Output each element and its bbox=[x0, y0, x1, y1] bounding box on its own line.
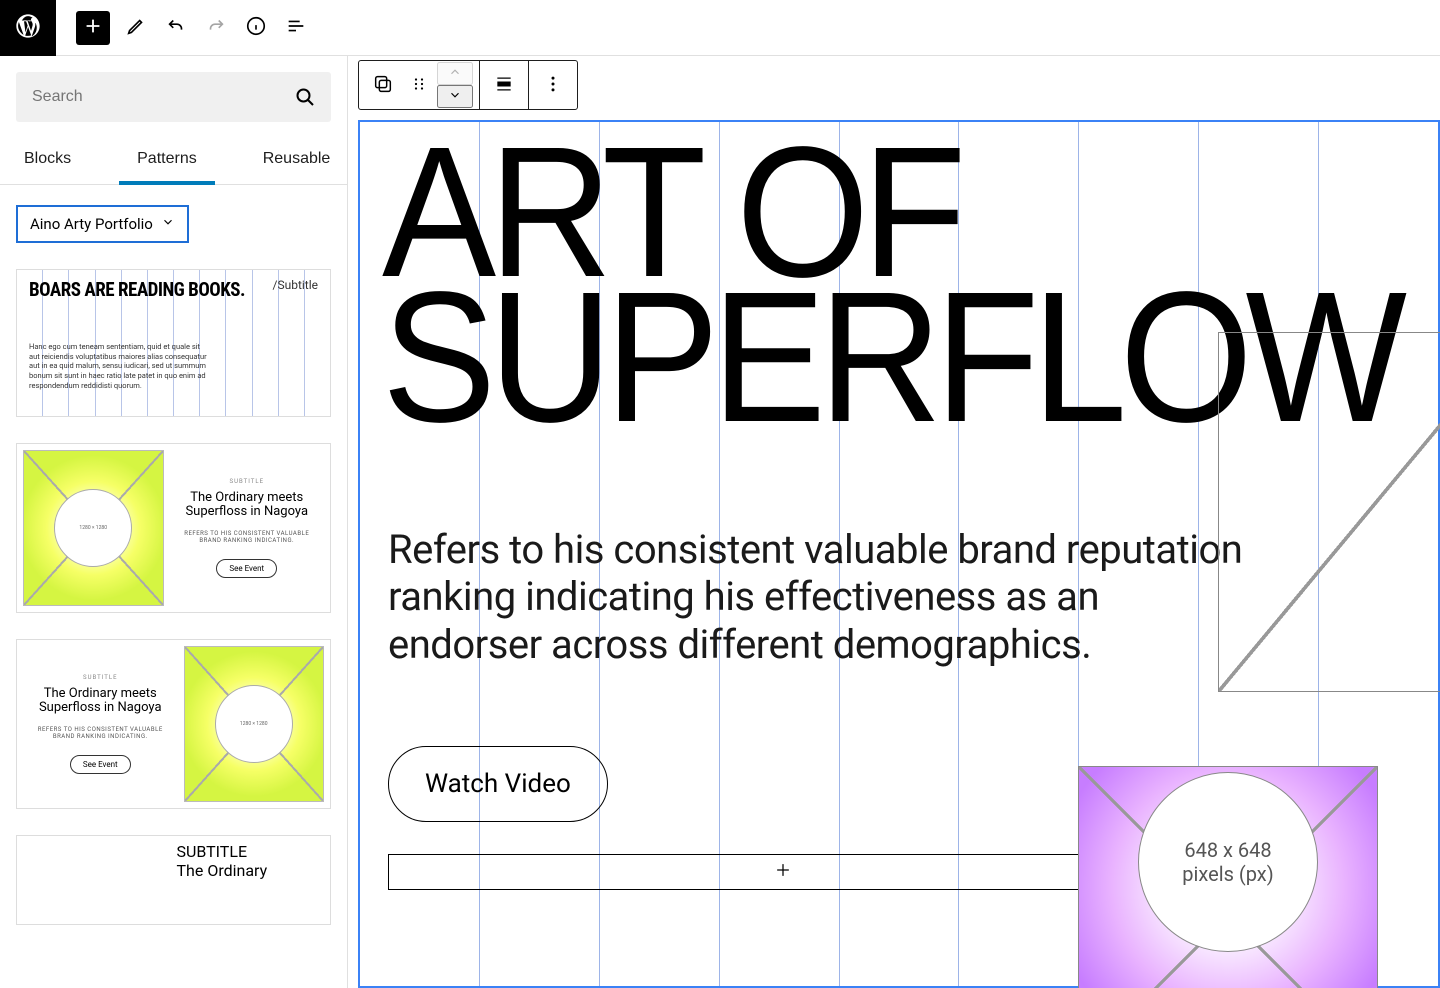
chevron-up-icon bbox=[448, 65, 462, 82]
info-button[interactable] bbox=[236, 8, 276, 48]
group-icon bbox=[372, 73, 394, 98]
watch-video-button[interactable]: Watch Video bbox=[388, 746, 608, 822]
tab-reusable[interactable]: Reusable bbox=[255, 138, 339, 184]
wordpress-logo-button[interactable] bbox=[0, 0, 56, 56]
search-icon bbox=[293, 85, 317, 109]
pattern-preview-3[interactable]: SUBTITLE The Ordinary meets Superfloss i… bbox=[16, 639, 331, 809]
editor-canvas-wrap: ART OF SUPERFLOW Refers to his consisten… bbox=[348, 56, 1440, 988]
block-toolbar bbox=[358, 60, 578, 110]
redo-icon bbox=[205, 15, 227, 40]
inserter-tabs: Blocks Patterns Reusable bbox=[0, 138, 347, 185]
pattern-preview-4[interactable]: SUBTITLE The Ordinary bbox=[16, 835, 331, 925]
top-toolbar bbox=[0, 0, 1440, 56]
pattern-preview-1[interactable]: BOARS ARE READING BOOKS. /Subtitle Hanc … bbox=[16, 269, 331, 417]
pattern-button: See Event bbox=[70, 755, 131, 774]
placeholder-size-label: 1280 × 1280 bbox=[215, 685, 293, 763]
pattern-subtitle: /Subtitle bbox=[273, 278, 318, 292]
plus-icon bbox=[773, 860, 793, 884]
edit-tool-button[interactable] bbox=[116, 8, 156, 48]
inserter-panel: Blocks Patterns Reusable Aino Arty Portf… bbox=[0, 56, 348, 988]
hero-title[interactable]: ART OF SUPERFLOW bbox=[382, 140, 1335, 430]
undo-icon bbox=[165, 15, 187, 40]
pattern-title: The Ordinary meets Superfloss in Nagoya bbox=[178, 491, 317, 520]
pattern-subtitle: SUBTITLE bbox=[83, 674, 117, 681]
placeholder-unit-label: pixels (px) bbox=[1182, 862, 1273, 886]
move-down-button[interactable] bbox=[437, 85, 473, 108]
pattern-subtitle: SUBTITLE bbox=[230, 478, 264, 485]
align-button[interactable] bbox=[486, 62, 522, 108]
pattern-title: The Ordinary meets Superfloss in Nagoya bbox=[31, 687, 170, 716]
placeholder-dim-label: 648 x 648 bbox=[1184, 838, 1271, 862]
block-type-button[interactable] bbox=[365, 62, 401, 108]
block-appender[interactable] bbox=[388, 854, 1178, 890]
search-box[interactable] bbox=[16, 72, 331, 122]
hero-title-line2: SUPERFLOW bbox=[382, 285, 1335, 430]
wordpress-icon bbox=[14, 12, 42, 44]
drag-icon bbox=[410, 75, 428, 96]
pattern-preview-2[interactable]: 1280 × 1280 SUBTITLE The Ordinary meets … bbox=[16, 443, 331, 613]
pattern-body: Hanc ego cum teneam sententiam, quid et … bbox=[29, 342, 209, 391]
more-options-button[interactable] bbox=[535, 62, 571, 108]
outline-icon bbox=[285, 15, 307, 40]
redo-button[interactable] bbox=[196, 8, 236, 48]
add-block-button[interactable] bbox=[76, 11, 110, 45]
pattern-title: The Ordinary bbox=[177, 861, 325, 880]
more-vertical-icon bbox=[543, 74, 563, 97]
search-input[interactable] bbox=[16, 88, 293, 106]
hero-subtitle[interactable]: Refers to his consistent valuable brand … bbox=[388, 526, 1248, 668]
pattern-image-placeholder bbox=[23, 842, 171, 918]
image-placeholder-top bbox=[1218, 332, 1440, 692]
pattern-desc: REFERS TO HIS CONSISTENT VALUABLE BRAND … bbox=[178, 530, 317, 546]
pattern-category-select[interactable]: Aino Arty Portfolio bbox=[16, 205, 189, 243]
pattern-image-placeholder: 1280 × 1280 bbox=[23, 450, 164, 606]
chevron-down-icon bbox=[161, 215, 175, 233]
align-full-icon bbox=[494, 74, 514, 97]
drag-handle[interactable] bbox=[401, 62, 437, 108]
selected-block[interactable]: ART OF SUPERFLOW Refers to his consisten… bbox=[358, 120, 1440, 988]
pattern-desc: REFERS TO HIS CONSISTENT VALUABLE BRAND … bbox=[31, 726, 170, 742]
move-up-button[interactable] bbox=[437, 62, 473, 85]
chevron-down-icon bbox=[448, 88, 462, 105]
tab-blocks[interactable]: Blocks bbox=[16, 138, 79, 184]
list-view-button[interactable] bbox=[276, 8, 316, 48]
pattern-image-placeholder: 1280 × 1280 bbox=[184, 646, 325, 802]
pattern-button: See Event bbox=[216, 559, 277, 578]
category-label: Aino Arty Portfolio bbox=[30, 215, 153, 233]
info-icon bbox=[245, 15, 267, 40]
undo-button[interactable] bbox=[156, 8, 196, 48]
placeholder-size-label: 1280 × 1280 bbox=[54, 489, 132, 567]
pattern-subtitle: SUBTITLE bbox=[177, 842, 325, 861]
image-placeholder-bottom: 648 x 648 pixels (px) bbox=[1078, 766, 1378, 988]
plus-icon bbox=[82, 15, 104, 40]
pencil-icon bbox=[125, 15, 147, 40]
tab-patterns[interactable]: Patterns bbox=[129, 138, 205, 184]
